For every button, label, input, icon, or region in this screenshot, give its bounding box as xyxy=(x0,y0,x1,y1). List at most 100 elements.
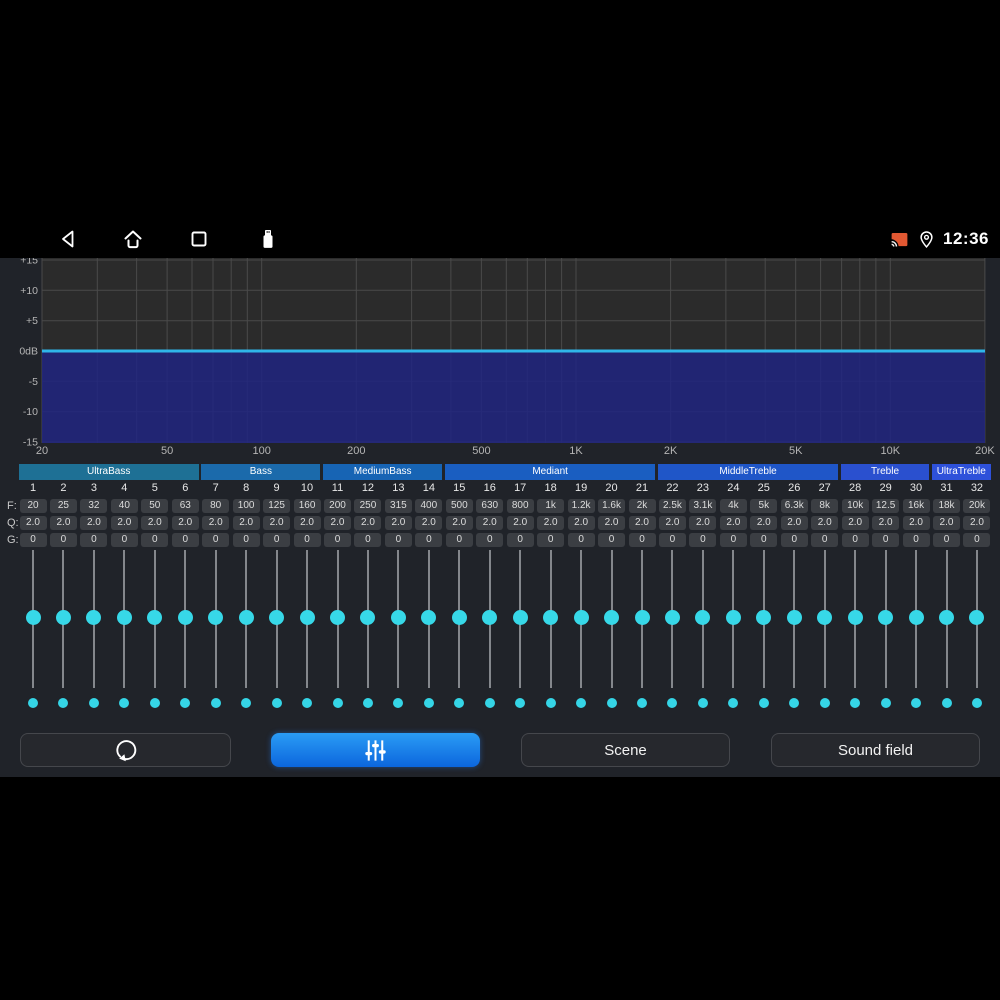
q-factor-value[interactable]: 2.0 xyxy=(780,516,808,530)
band-indicator-dot[interactable] xyxy=(971,698,982,708)
frequency-value[interactable]: 800 xyxy=(506,499,534,513)
band-indicator-dot[interactable] xyxy=(58,698,69,708)
frequency-value[interactable]: 63 xyxy=(171,499,199,513)
q-factor-value[interactable]: 2.0 xyxy=(354,516,382,530)
eq-slider-knob[interactable] xyxy=(482,610,498,625)
eq-slider-knob[interactable] xyxy=(390,610,406,625)
frequency-value[interactable]: 5k xyxy=(750,499,778,513)
gain-value[interactable]: 0 xyxy=(780,533,808,547)
band-indicator-dot[interactable] xyxy=(758,698,769,708)
q-factor-value[interactable]: 2.0 xyxy=(598,516,626,530)
gain-value[interactable]: 0 xyxy=(263,533,291,547)
band-indicator-dot[interactable] xyxy=(911,698,922,708)
frequency-value[interactable]: 2.5k xyxy=(658,499,686,513)
eq-slider-knob[interactable] xyxy=(330,610,345,625)
band-indicator-dot[interactable] xyxy=(332,698,343,708)
eq-slider-knob[interactable] xyxy=(512,610,528,625)
band-header-bass[interactable]: Bass xyxy=(201,464,321,480)
q-factor-value[interactable]: 2.0 xyxy=(719,516,747,530)
band-indicator-dot[interactable] xyxy=(515,698,526,708)
eq-slider-knob[interactable] xyxy=(116,610,132,625)
q-factor-value[interactable]: 2.0 xyxy=(171,516,199,530)
frequency-value[interactable]: 8k xyxy=(811,499,839,513)
sound-field-button[interactable]: Sound field xyxy=(771,733,980,767)
frequency-value[interactable]: 1.2k xyxy=(567,499,595,513)
gain-value[interactable]: 0 xyxy=(719,533,747,547)
q-factor-value[interactable]: 2.0 xyxy=(963,516,991,530)
frequency-value[interactable]: 160 xyxy=(293,499,321,513)
gain-value[interactable]: 0 xyxy=(658,533,686,547)
gain-value[interactable]: 0 xyxy=(902,533,930,547)
eq-slider-knob[interactable] xyxy=(269,610,285,625)
q-factor-value[interactable]: 2.0 xyxy=(324,516,351,530)
gain-value[interactable]: 0 xyxy=(354,533,382,547)
frequency-value[interactable]: 400 xyxy=(415,499,443,513)
band-header-mediumbass[interactable]: MediumBass xyxy=(323,464,443,480)
gain-value[interactable]: 0 xyxy=(506,533,534,547)
frequency-value[interactable]: 250 xyxy=(354,499,382,513)
q-factor-value[interactable]: 2.0 xyxy=(567,516,595,530)
q-factor-value[interactable]: 2.0 xyxy=(415,516,443,530)
home-icon[interactable] xyxy=(121,227,145,251)
band-header-middletreble[interactable]: MiddleTreble xyxy=(657,464,839,480)
gain-value[interactable]: 0 xyxy=(415,533,443,547)
band-indicator-dot[interactable] xyxy=(362,698,373,708)
q-factor-value[interactable]: 2.0 xyxy=(902,516,930,530)
band-indicator-dot[interactable] xyxy=(210,698,221,708)
band-indicator-dot[interactable] xyxy=(454,698,465,708)
eq-slider-knob[interactable] xyxy=(634,610,650,625)
band-indicator-dot[interactable] xyxy=(149,698,160,708)
usb-device-icon[interactable] xyxy=(256,227,280,251)
q-factor-value[interactable]: 2.0 xyxy=(933,516,960,530)
eq-slider-knob[interactable] xyxy=(969,610,985,625)
q-factor-value[interactable]: 2.0 xyxy=(293,516,321,530)
band-indicator-dot[interactable] xyxy=(484,698,495,708)
gain-value[interactable]: 0 xyxy=(232,533,260,547)
frequency-value[interactable]: 20k xyxy=(963,499,991,513)
recents-icon[interactable] xyxy=(187,227,211,251)
gain-value[interactable]: 0 xyxy=(750,533,778,547)
band-indicator-dot[interactable] xyxy=(606,698,617,708)
band-indicator-dot[interactable] xyxy=(667,698,678,708)
gain-value[interactable]: 0 xyxy=(598,533,626,547)
gain-value[interactable]: 0 xyxy=(80,533,108,547)
eq-slider-knob[interactable] xyxy=(878,610,894,625)
band-indicator-dot[interactable] xyxy=(637,698,647,708)
eq-slider-knob[interactable] xyxy=(604,610,620,625)
band-header-mediant[interactable]: Mediant xyxy=(444,464,656,480)
band-header-ultrabass[interactable]: UltraBass xyxy=(18,464,199,480)
gain-value[interactable]: 0 xyxy=(811,533,839,547)
frequency-value[interactable]: 16k xyxy=(902,499,930,513)
eq-slider-knob[interactable] xyxy=(299,610,315,625)
frequency-value[interactable]: 18k xyxy=(933,499,960,513)
band-indicator-dot[interactable] xyxy=(697,698,708,708)
q-factor-value[interactable]: 2.0 xyxy=(445,516,473,530)
frequency-value[interactable]: 200 xyxy=(324,499,351,513)
frequency-value[interactable]: 125 xyxy=(263,499,291,513)
eq-slider-knob[interactable] xyxy=(847,610,863,625)
eq-slider-knob[interactable] xyxy=(695,610,711,625)
gain-value[interactable]: 0 xyxy=(628,533,656,547)
eq-slider-knob[interactable] xyxy=(543,610,559,625)
gain-value[interactable]: 0 xyxy=(689,533,717,547)
frequency-value[interactable]: 315 xyxy=(384,499,412,513)
q-factor-value[interactable]: 2.0 xyxy=(658,516,686,530)
eq-slider-knob[interactable] xyxy=(664,610,680,625)
q-factor-value[interactable]: 2.0 xyxy=(689,516,717,530)
gain-value[interactable]: 0 xyxy=(567,533,595,547)
frequency-value[interactable]: 40 xyxy=(110,499,138,513)
band-indicator-dot[interactable] xyxy=(423,698,434,708)
frequency-value[interactable]: 6.3k xyxy=(780,499,808,513)
frequency-value[interactable]: 3.1k xyxy=(689,499,717,513)
q-factor-value[interactable]: 2.0 xyxy=(80,516,108,530)
back-icon[interactable] xyxy=(56,227,80,251)
frequency-value[interactable]: 20 xyxy=(19,499,47,513)
band-indicator-dot[interactable] xyxy=(819,698,830,708)
q-factor-value[interactable]: 2.0 xyxy=(232,516,260,530)
band-indicator-dot[interactable] xyxy=(393,698,404,708)
q-factor-value[interactable]: 2.0 xyxy=(537,516,565,530)
gain-value[interactable]: 0 xyxy=(19,533,47,547)
band-indicator-dot[interactable] xyxy=(241,698,252,708)
frequency-value[interactable]: 25 xyxy=(49,499,77,513)
eq-slider-knob[interactable] xyxy=(573,610,589,625)
